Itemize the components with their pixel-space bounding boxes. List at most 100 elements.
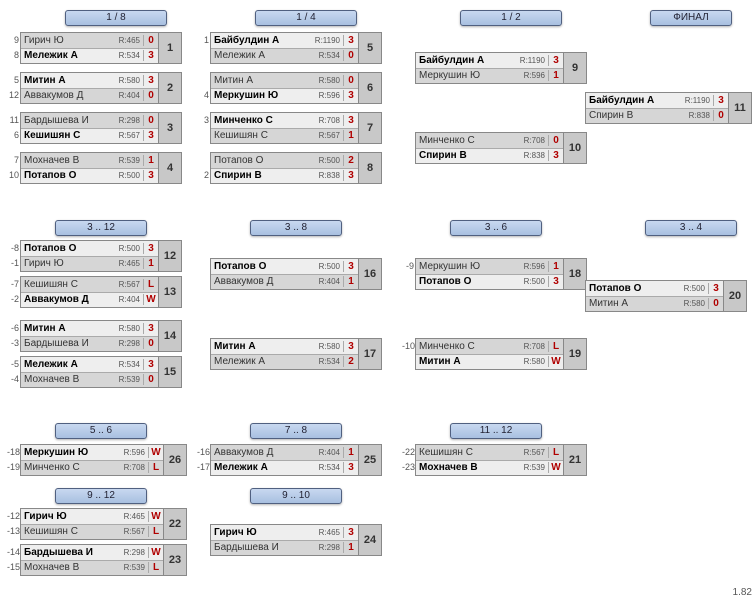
rating: R:580: [517, 357, 548, 366]
score: L: [148, 562, 163, 573]
match-2: 5Митин АR:580312Аввакумов ДR:40402: [20, 72, 182, 104]
match-6: Митин АR:58004Меркушин ЮR:59636: [210, 72, 382, 104]
player-name: Меркушин Ю: [211, 90, 312, 101]
rating: R:838: [682, 111, 713, 120]
match-21: -22Кешишян СR:567L-23Мохначев ВR:539W21: [415, 444, 587, 476]
seed: 1: [197, 35, 209, 45]
player-row: Потапов ОR:5003: [211, 259, 358, 275]
player-row: -22Кешишян СR:567L: [416, 445, 563, 461]
seed: 4: [197, 90, 209, 100]
match-id: 19: [563, 339, 586, 369]
player-name: Кешишян С: [21, 279, 112, 290]
player-name: Потапов О: [586, 283, 677, 294]
score: W: [548, 356, 563, 367]
player-name: Мохначев В: [21, 562, 117, 573]
player-name: Меркушин Ю: [21, 447, 117, 458]
seed: -16: [197, 447, 209, 457]
player-row: -8Потапов ОR:5003: [21, 241, 158, 257]
match-id: 24: [358, 525, 381, 555]
rating: R:838: [312, 171, 343, 180]
player-name: Мохначев В: [21, 155, 112, 166]
score: 3: [708, 283, 723, 294]
score: W: [148, 447, 163, 458]
seed: -15: [7, 562, 19, 572]
player-row: 9Гирич ЮR:4650: [21, 33, 158, 49]
seed: -22: [402, 447, 414, 457]
score: 3: [143, 323, 158, 334]
rating: R:580: [112, 324, 143, 333]
score: 1: [548, 70, 563, 81]
player-name: Митин А: [416, 356, 517, 367]
stage-header-4: 5 .. 6: [55, 423, 147, 439]
match-id: 13: [158, 277, 181, 307]
match-9: Байбулдин АR:11903Меркушин ЮR:59619: [415, 52, 587, 84]
score: 3: [548, 276, 563, 287]
player-name: Меркушин Ю: [416, 70, 517, 81]
match-id: 4: [158, 153, 181, 183]
match-8: Потапов ОR:50022Спирин ВR:83838: [210, 152, 382, 184]
player-row: -10Минченко СR:708L: [416, 339, 563, 355]
seed: -19: [7, 462, 19, 472]
seed: -23: [402, 462, 414, 472]
player-name: Мохначев В: [21, 374, 112, 385]
player-name: Митин А: [21, 323, 112, 334]
rating: R:500: [312, 156, 343, 165]
match-17: Митин АR:5803Мележик АR:534217: [210, 338, 382, 370]
rating: R:708: [517, 342, 548, 351]
version: 1.82: [733, 587, 752, 598]
rating: R:596: [517, 71, 548, 80]
rating: R:596: [312, 91, 343, 100]
rating: R:838: [517, 151, 548, 160]
player-name: Бардышева И: [21, 115, 112, 126]
rating: R:708: [312, 116, 343, 125]
score: 0: [343, 50, 358, 61]
player-row: Спирин ВR:8380: [586, 109, 728, 124]
player-row: -19Минченко СR:708L: [21, 461, 163, 476]
player-row: Мележик АR:5340: [211, 49, 358, 64]
score: 3: [548, 55, 563, 66]
player-row: 6Кешишян СR:5673: [21, 129, 158, 144]
player-name: Митин А: [211, 341, 312, 352]
seed: -2: [7, 294, 19, 304]
seed: -8: [7, 243, 19, 253]
match-id: 17: [358, 339, 381, 369]
match-26: -18Меркушин ЮR:596W-19Минченко СR:708L26: [20, 444, 187, 476]
player-row: Бардышева ИR:2981: [211, 541, 358, 556]
rating: R:539: [112, 375, 143, 384]
rating: R:465: [112, 36, 143, 45]
score: 0: [708, 298, 723, 309]
player-row: -14Бардышева ИR:298W: [21, 545, 163, 561]
match-id: 16: [358, 259, 381, 289]
seed: 9: [7, 35, 19, 45]
player-row: -6Митин АR:5803: [21, 321, 158, 337]
score: L: [143, 279, 158, 290]
score: 1: [343, 276, 358, 287]
score: 3: [143, 359, 158, 370]
player-row: 10Потапов ОR:5003: [21, 169, 158, 184]
rating: R:567: [117, 527, 148, 536]
player-row: -5Мележик АR:5343: [21, 357, 158, 373]
player-row: 7Мохначев ВR:5391: [21, 153, 158, 169]
player-row: 3Минченко СR:7083: [211, 113, 358, 129]
score: 0: [143, 374, 158, 385]
player-name: Аввакумов Д: [21, 294, 112, 305]
match-25: -16Аввакумов ДR:4041-17Мележик АR:534325: [210, 444, 382, 476]
player-name: Митин А: [211, 75, 312, 86]
stage-header-8: 9 .. 10: [250, 488, 342, 504]
score: W: [548, 462, 563, 473]
player-row: -18Меркушин ЮR:596W: [21, 445, 163, 461]
rating: R:534: [112, 360, 143, 369]
score: 2: [343, 155, 358, 166]
score: L: [548, 341, 563, 352]
rating: R:596: [517, 262, 548, 271]
player-row: 4Меркушин ЮR:5963: [211, 89, 358, 104]
rating: R:500: [517, 277, 548, 286]
seed: -4: [7, 374, 19, 384]
rating: R:596: [117, 448, 148, 457]
seed: -17: [197, 462, 209, 472]
player-row: Аввакумов ДR:4041: [211, 275, 358, 290]
seed: -12: [7, 511, 19, 521]
rating: R:539: [517, 463, 548, 472]
match-id: 23: [163, 545, 186, 575]
seed: -3: [7, 338, 19, 348]
